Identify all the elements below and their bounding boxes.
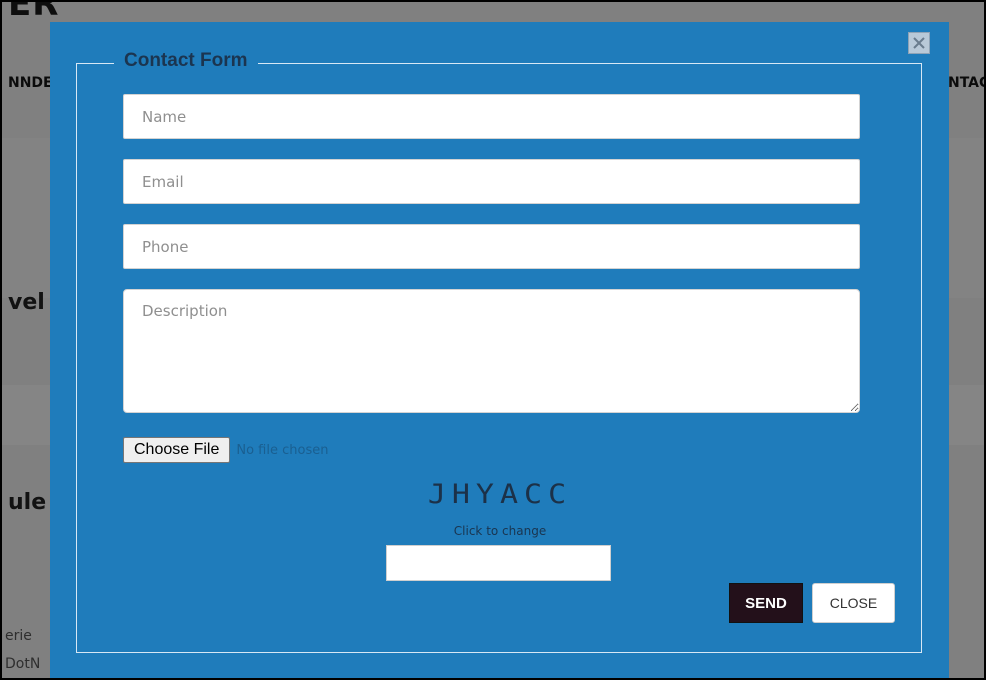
captcha-input[interactable]: [386, 545, 611, 581]
description-textarea[interactable]: [123, 289, 860, 413]
name-input[interactable]: [123, 94, 860, 139]
send-button[interactable]: SEND: [729, 583, 803, 623]
close-icon: [913, 37, 925, 49]
form-title: Contact Form: [114, 50, 258, 72]
modal-close-button[interactable]: [908, 32, 930, 54]
captcha-image[interactable]: JHYACC: [350, 479, 650, 511]
close-button[interactable]: CLOSE: [812, 583, 895, 623]
email-input[interactable]: [123, 159, 860, 204]
phone-input[interactable]: [123, 224, 860, 269]
file-status: No file chosen: [236, 442, 329, 458]
captcha-hint: Click to change: [453, 524, 547, 538]
contact-modal: Contact Form Choose File No file chosen …: [50, 22, 949, 680]
choose-file-button[interactable]: Choose File: [123, 437, 231, 463]
file-upload: Choose File No file chosen: [123, 437, 328, 463]
